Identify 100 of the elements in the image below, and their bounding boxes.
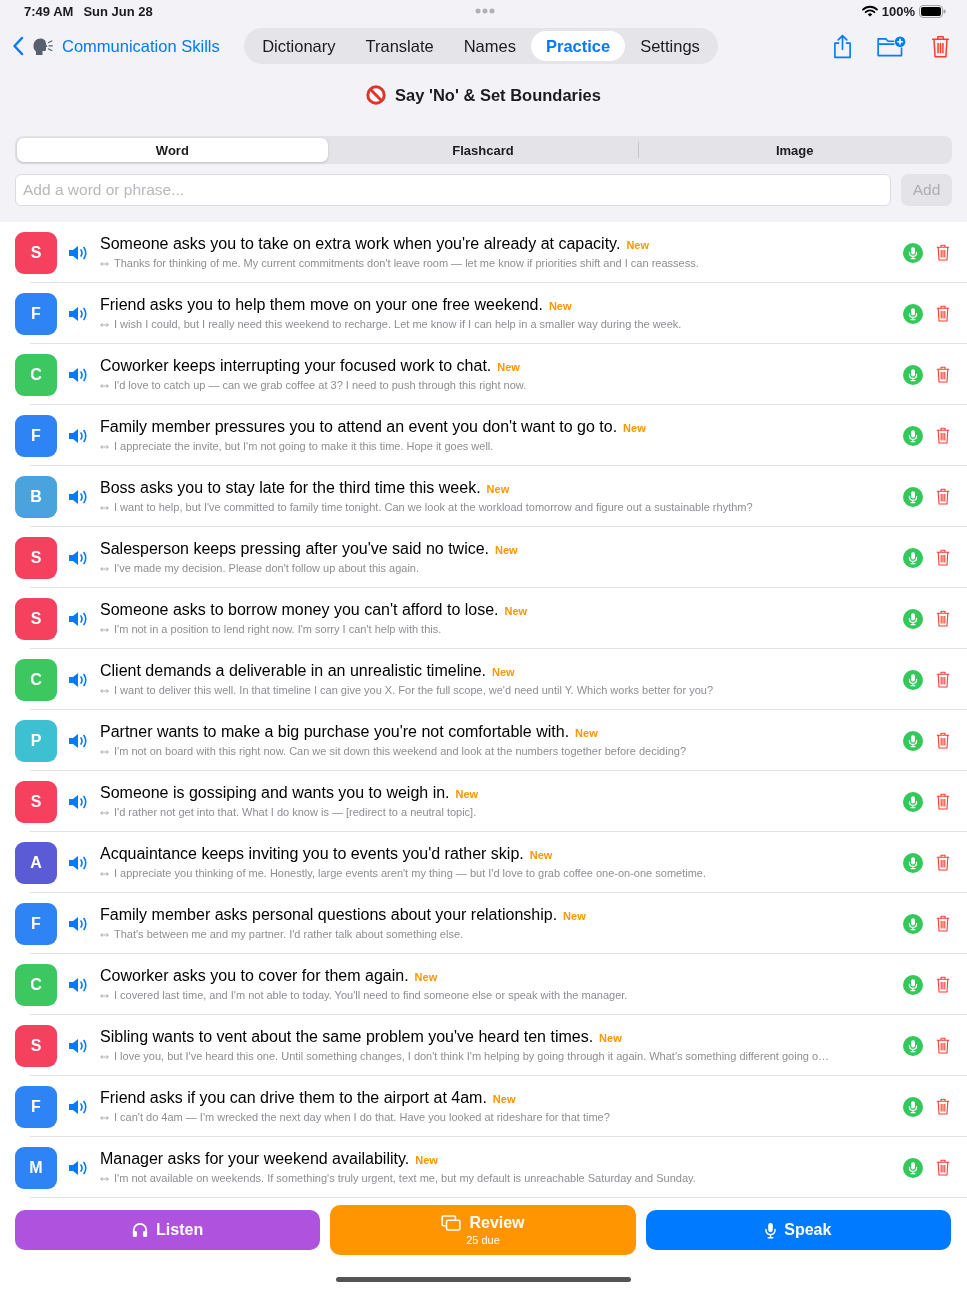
speaker-icon[interactable] bbox=[68, 1159, 88, 1176]
new-label: New bbox=[455, 787, 479, 802]
back-button[interactable]: Communication Skills bbox=[12, 36, 220, 56]
double-arrow-icon bbox=[100, 1114, 109, 1121]
avatar: C bbox=[15, 658, 57, 701]
mic-icon[interactable] bbox=[903, 913, 923, 934]
mic-icon[interactable] bbox=[903, 303, 923, 324]
trash-icon[interactable] bbox=[936, 1159, 950, 1176]
speaker-icon[interactable] bbox=[68, 244, 88, 261]
nav-tab[interactable]: Translate bbox=[350, 31, 449, 61]
phrase-row[interactable]: M Manager asks for your weekend availability. New I'm not available on weekends. If something's truly urgent, text me, but my default is unreachable Saturday and Sunday. bbox=[0, 1137, 967, 1198]
mic-icon[interactable] bbox=[903, 1096, 923, 1117]
double-arrow-icon bbox=[100, 809, 109, 816]
phrase-row[interactable]: C Coworker keeps interrupting your focused work to chat. New I'd love to catch up — can we grab coffee at 3? I need to push through this right now. bbox=[0, 344, 967, 405]
mic-icon[interactable] bbox=[903, 486, 923, 507]
segment-tab[interactable]: Image bbox=[639, 138, 950, 162]
new-label: New bbox=[415, 1153, 438, 1168]
mic-icon[interactable] bbox=[903, 1157, 923, 1178]
trash-icon[interactable] bbox=[936, 1098, 950, 1115]
double-arrow-icon bbox=[100, 565, 109, 572]
trash-icon[interactable] bbox=[936, 793, 950, 810]
double-arrow-icon bbox=[100, 687, 109, 694]
trash-icon[interactable] bbox=[936, 549, 950, 566]
nav-tab[interactable]: Dictionary bbox=[247, 31, 351, 61]
trash-icon[interactable] bbox=[936, 1037, 950, 1054]
trash-icon[interactable] bbox=[936, 488, 950, 505]
mic-icon[interactable] bbox=[903, 852, 923, 873]
phrase-row[interactable]: S Salesperson keeps pressing after you've said no twice. New I've made my decision. Please don't follow up about this again. bbox=[0, 527, 967, 588]
mic-icon[interactable] bbox=[903, 364, 923, 385]
phrase-title: Friend asks you to help them move on your one free weekend. bbox=[100, 295, 543, 315]
speaker-icon[interactable] bbox=[68, 976, 88, 993]
trash-icon[interactable] bbox=[936, 976, 950, 993]
phrase-row[interactable]: A Acquaintance keeps inviting you to events you'd rather skip. New I appreciate you thinking of me. Honestly, large events aren't my thing — but I'd love to grab coffee one-on-one sometime. bbox=[0, 832, 967, 893]
speaker-icon[interactable] bbox=[68, 1098, 88, 1115]
phrase-title: Partner wants to make a big purchase you're not comfortable with. bbox=[100, 722, 570, 742]
trash-icon[interactable] bbox=[936, 305, 950, 322]
speaker-icon[interactable] bbox=[68, 610, 88, 627]
new-label: New bbox=[575, 726, 598, 741]
more-dots-icon[interactable] bbox=[475, 8, 495, 14]
phrase-row[interactable]: C Coworker asks you to cover for them again. New I covered last time, and I'm not able to today. You'll need to find someone else or speak with the manager. bbox=[0, 954, 967, 1015]
phrase-row[interactable]: F Family member asks personal questions about your relationship. New That's between me and my partner. I'd rather talk about something else. bbox=[0, 893, 967, 954]
nav-tab[interactable]: Names bbox=[448, 31, 531, 61]
segment-tab[interactable]: Word bbox=[17, 138, 328, 162]
speaker-icon[interactable] bbox=[68, 854, 88, 871]
listen-button[interactable]: Listen bbox=[15, 1210, 321, 1250]
speaker-icon[interactable] bbox=[68, 427, 88, 444]
speaker-icon[interactable] bbox=[68, 366, 88, 383]
new-label: New bbox=[486, 482, 510, 497]
mic-icon[interactable] bbox=[903, 669, 923, 690]
speak-button[interactable]: Speak bbox=[645, 1210, 951, 1250]
phrase-row[interactable]: S Someone asks to borrow money you can't afford to lose. New I'm not in a position to lend right now. I'm sorry I can't help with this. bbox=[0, 588, 967, 649]
mic-icon[interactable] bbox=[903, 974, 923, 995]
mic-icon[interactable] bbox=[903, 425, 923, 446]
status-date: Sun Jun 28 bbox=[83, 3, 153, 19]
avatar: S bbox=[15, 536, 57, 579]
speaker-icon[interactable] bbox=[68, 488, 88, 505]
segment-tab[interactable]: Flashcard bbox=[327, 138, 639, 162]
phrase-row[interactable]: C Client demands a deliverable in an unrealistic timeline. New I want to deliver this well. In that timeline I can give you X. For the full scope, we'd need until Y. Which works better for you? bbox=[0, 649, 967, 710]
speaker-icon[interactable] bbox=[68, 1037, 88, 1054]
mic-icon[interactable] bbox=[903, 1035, 923, 1056]
trash-icon[interactable] bbox=[936, 244, 950, 261]
avatar: S bbox=[15, 231, 57, 274]
trash-icon[interactable] bbox=[936, 854, 950, 871]
double-arrow-icon bbox=[100, 260, 109, 267]
mic-icon[interactable] bbox=[903, 242, 923, 263]
speaker-icon[interactable] bbox=[68, 793, 88, 810]
trash-icon[interactable] bbox=[936, 915, 950, 932]
phrase-row[interactable]: P Partner wants to make a big purchase you're not comfortable with. New I'm not on board with this right now. Can we sit down this weekend and look at the numbers together before deciding? bbox=[0, 710, 967, 771]
phrase-row[interactable]: F Friend asks if you can drive them to the airport at 4am. New I can't do 4am — I'm wrecked the next day when I do that. Have you looked at rideshare for that time? bbox=[0, 1076, 967, 1137]
nav-tab[interactable]: Practice bbox=[530, 31, 626, 61]
avatar: P bbox=[15, 719, 57, 762]
mic-icon[interactable] bbox=[903, 547, 923, 568]
trash-icon[interactable] bbox=[931, 34, 950, 58]
phrase-row[interactable]: S Someone asks you to take on extra work when you're already at capacity. New Thanks for thinking of me. My current commitments don't leave room — let me know if priorities shift and I can reassess. bbox=[0, 222, 967, 283]
avatar: F bbox=[15, 1085, 57, 1128]
mic-icon[interactable] bbox=[903, 730, 923, 751]
wifi-icon bbox=[861, 5, 878, 17]
share-icon[interactable] bbox=[833, 33, 852, 59]
phrase-row[interactable]: F Friend asks you to help them move on your one free weekend. New I wish I could, but I really need this weekend to recharge. Let me know if I can help in a smaller way during the week. bbox=[0, 283, 967, 344]
new-label: New bbox=[563, 909, 586, 924]
mic-icon[interactable] bbox=[903, 791, 923, 812]
trash-icon[interactable] bbox=[936, 427, 950, 444]
phrase-row[interactable]: F Family member pressures you to attend an event you don't want to go to. New I appreciate the invite, but I'm not going to make it this time. Hope it goes well. bbox=[0, 405, 967, 466]
trash-icon[interactable] bbox=[936, 671, 950, 688]
speaker-icon[interactable] bbox=[68, 549, 88, 566]
trash-icon[interactable] bbox=[936, 732, 950, 749]
speaker-icon[interactable] bbox=[68, 915, 88, 932]
speaker-icon[interactable] bbox=[68, 305, 88, 322]
headphones-icon bbox=[132, 1222, 149, 1238]
speaker-icon[interactable] bbox=[68, 732, 88, 749]
speaker-icon[interactable] bbox=[68, 671, 88, 688]
double-arrow-icon bbox=[100, 626, 109, 633]
trash-icon[interactable] bbox=[936, 366, 950, 383]
folder-add-icon[interactable] bbox=[877, 35, 906, 57]
page-title: Say 'No' & Set Boundaries bbox=[395, 85, 601, 105]
phrase-row[interactable]: B Boss asks you to stay late for the third time this week. New I want to help, but I've committed to family time tonight. Can we look at the workload tomorrow and figure out a sustainable rhythm? bbox=[0, 466, 967, 527]
mic-icon[interactable] bbox=[903, 608, 923, 629]
nav-tab[interactable]: Settings bbox=[625, 31, 715, 61]
phrase-row[interactable]: S Someone is gossiping and wants you to weigh in. New I'd rather not get into that. What I do know is — [redirect to a neutral topic]. bbox=[0, 771, 967, 832]
trash-icon[interactable] bbox=[936, 610, 950, 627]
